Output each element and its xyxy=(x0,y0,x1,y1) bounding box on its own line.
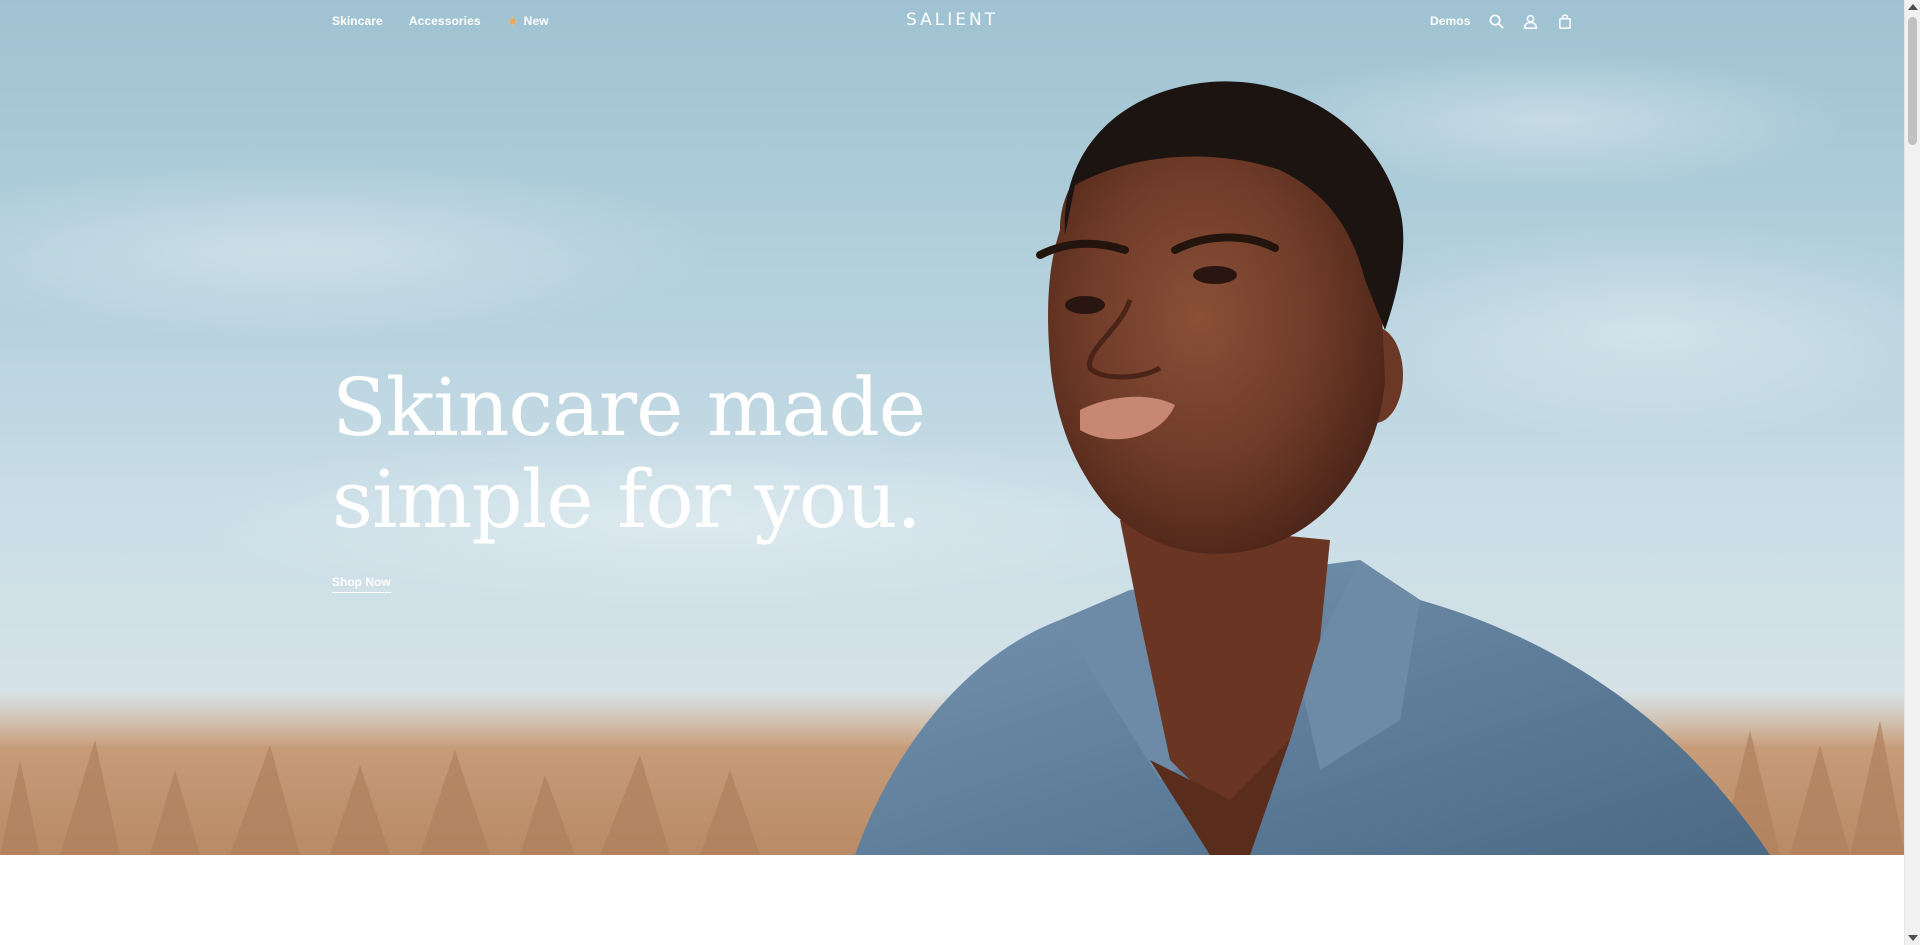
nav-accessories-label: Accessories xyxy=(408,14,481,28)
vertical-scrollbar[interactable] xyxy=(1904,0,1920,945)
site-header: Skincare Accessories New SALIENT Demos xyxy=(0,0,1905,46)
sparkle-icon xyxy=(506,15,518,27)
main-nav: Skincare Accessories New xyxy=(332,14,549,28)
hero-title: Skincare made simple for you. xyxy=(332,362,972,546)
nav-new-label: New xyxy=(523,14,549,28)
nav-new[interactable]: New xyxy=(506,14,549,28)
shop-now-link[interactable]: Shop Now xyxy=(332,575,391,593)
scroll-up-icon[interactable] xyxy=(1908,4,1918,10)
nav-accessories[interactable]: Accessories xyxy=(409,14,481,28)
nav-skincare[interactable]: Skincare xyxy=(332,14,383,28)
site-logo[interactable]: SALIENT xyxy=(906,10,998,30)
nav-demos[interactable]: Demos xyxy=(1430,14,1471,28)
page: Skincare Accessories New SALIENT Demos S… xyxy=(0,0,1905,945)
scroll-down-icon[interactable] xyxy=(1908,935,1918,941)
hero-title-line2: simple for you. xyxy=(332,453,922,546)
cart-icon[interactable] xyxy=(1557,13,1573,29)
account-icon[interactable] xyxy=(1523,13,1539,29)
header-actions: Demos xyxy=(1430,13,1573,29)
nav-skincare-label: Skincare xyxy=(332,14,383,28)
search-icon[interactable] xyxy=(1489,13,1505,29)
hero-title-line1: Skincare made xyxy=(332,361,926,454)
scroll-thumb[interactable] xyxy=(1908,17,1917,145)
